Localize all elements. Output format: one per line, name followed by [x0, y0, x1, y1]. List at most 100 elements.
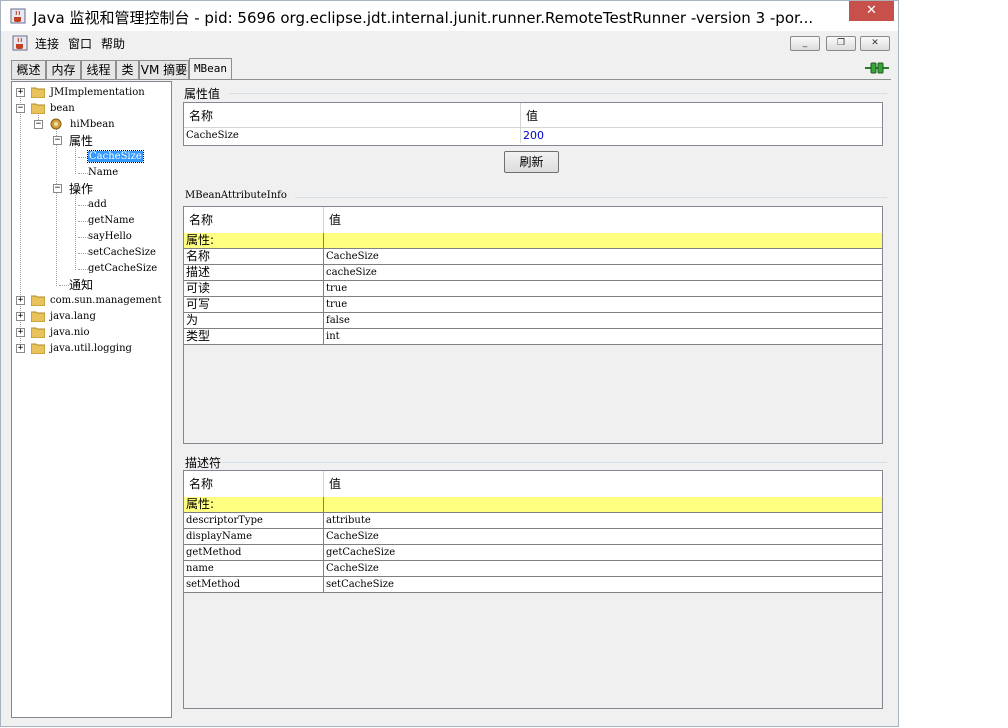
- cell-name: 可写: [184, 297, 324, 312]
- table-row[interactable]: descriptorType attribute: [184, 513, 882, 529]
- tree-guide-line: [78, 237, 88, 238]
- column-header-name[interactable]: 名称: [184, 103, 521, 127]
- refresh-button[interactable]: 刷新: [504, 151, 559, 173]
- table-row[interactable]: CacheSize 200: [184, 128, 882, 144]
- table-header: 名称 值: [184, 207, 882, 234]
- java-coffee-icon: [10, 8, 26, 24]
- main-window: Java 监视和管理控制台 - pid: 5696 org.eclipse.jd…: [0, 0, 899, 727]
- tree-node-getname[interactable]: getName: [88, 213, 134, 229]
- tree-node-com-sun-management[interactable]: com.sun.management: [50, 293, 162, 309]
- column-header-value[interactable]: 值: [521, 103, 882, 127]
- tree-node-operations[interactable]: 操作: [69, 182, 93, 196]
- cell-name: 可读: [184, 281, 324, 296]
- tree-node-setcachesize[interactable]: setCacheSize: [88, 245, 156, 261]
- cell-value: true: [326, 283, 348, 294]
- table-row[interactable]: 可写 true: [184, 297, 882, 313]
- table-row[interactable]: 描述 cacheSize: [184, 265, 882, 281]
- tree-node-java-util-logging[interactable]: java.util.logging: [50, 341, 132, 357]
- cell-name: CacheSize: [184, 128, 521, 143]
- table-row[interactable]: setMethod setCacheSize: [184, 577, 882, 593]
- cachesize-value[interactable]: 200: [523, 129, 544, 142]
- collapse-icon[interactable]: −: [34, 120, 43, 129]
- table-row[interactable]: displayName CacheSize: [184, 529, 882, 545]
- tree-node-add[interactable]: add: [88, 197, 107, 213]
- internal-close-button[interactable]: ✕: [860, 36, 890, 51]
- cell-name: 属性:: [184, 497, 324, 512]
- menu-bar: 连接 窗口 帮助 _ ❐ ✕: [2, 31, 897, 55]
- column-header-value[interactable]: 值: [324, 471, 882, 497]
- mbean-tree[interactable]: + JMImplementation − bean − hiMbean − 属性…: [11, 81, 172, 718]
- menu-help[interactable]: 帮助: [101, 35, 125, 52]
- collapse-icon[interactable]: −: [16, 104, 25, 113]
- cell-name: displayName: [184, 529, 324, 544]
- tree-node-getcachesize[interactable]: getCacheSize: [88, 261, 157, 277]
- tab-mbean[interactable]: MBean: [189, 58, 232, 80]
- cell-name: getMethod: [184, 545, 324, 560]
- cell-name: 类型: [184, 329, 324, 344]
- tree-node-himbean[interactable]: hiMbean: [70, 117, 115, 133]
- tree-node-attributes[interactable]: 属性: [69, 134, 93, 148]
- section-border: [229, 93, 887, 94]
- tree-node-sayhello[interactable]: sayHello: [88, 229, 132, 245]
- table-row[interactable]: 属性:: [184, 497, 882, 513]
- table-row[interactable]: getMethod getCacheSize: [184, 545, 882, 561]
- cell-value: setCacheSize: [326, 579, 394, 590]
- menu-window[interactable]: 窗口: [68, 35, 92, 52]
- cell-name: 描述: [184, 265, 324, 280]
- cell-value: CacheSize: [326, 563, 379, 574]
- tree-node-cachesize[interactable]: CacheSize: [87, 150, 144, 163]
- tree-node-bean[interactable]: bean: [50, 101, 75, 117]
- cell-value: false: [326, 315, 350, 326]
- table-row[interactable]: 名称 CacheSize: [184, 249, 882, 265]
- descriptor-title: 描述符: [185, 456, 222, 470]
- restore-button[interactable]: ❐: [826, 36, 856, 51]
- expand-icon[interactable]: +: [16, 328, 25, 337]
- cell-name: 名称: [184, 249, 324, 264]
- section-border: [223, 462, 887, 463]
- cell-value: true: [326, 299, 348, 310]
- cell-value: [324, 233, 882, 248]
- tab-vm-summary[interactable]: VM 摘要: [139, 60, 189, 79]
- folder-icon: [31, 327, 45, 338]
- expand-icon[interactable]: +: [16, 88, 25, 97]
- column-header-name[interactable]: 名称: [184, 471, 324, 497]
- tree-node-java-lang[interactable]: java.lang: [50, 309, 96, 325]
- tree-guide-line: [78, 253, 88, 254]
- attr-info-table[interactable]: 名称 值 属性: 名称 CacheSize 描述 cacheSize 可读 tr…: [183, 206, 883, 444]
- minimize-button[interactable]: _: [790, 36, 820, 51]
- expand-icon[interactable]: +: [16, 296, 25, 305]
- tree-guide-line: [78, 205, 88, 206]
- table-row[interactable]: 类型 int: [184, 329, 882, 345]
- tab-threads[interactable]: 线程: [81, 60, 116, 79]
- title-bar: Java 监视和管理控制台 - pid: 5696 org.eclipse.jd…: [1, 1, 898, 31]
- tree-node-name[interactable]: Name: [88, 165, 118, 181]
- collapse-icon[interactable]: −: [53, 136, 62, 145]
- collapse-icon[interactable]: −: [53, 184, 62, 193]
- tree-node-jmimplementation[interactable]: JMImplementation: [50, 85, 145, 101]
- tree-guide-line: [59, 285, 69, 286]
- attr-values-table[interactable]: 名称 值 CacheSize 200: [183, 102, 883, 146]
- column-header-name[interactable]: 名称: [184, 207, 324, 233]
- tree-guide-line: [75, 192, 76, 270]
- folder-open-icon: [31, 103, 45, 114]
- table-row[interactable]: 为 false: [184, 313, 882, 329]
- menu-connect[interactable]: 连接: [35, 35, 59, 52]
- attr-info-title: MBeanAttributeInfo: [185, 190, 287, 201]
- tree-node-java-nio[interactable]: java.nio: [50, 325, 90, 341]
- expand-icon[interactable]: +: [16, 344, 25, 353]
- window-close-button[interactable]: ✕: [849, 1, 894, 21]
- tab-divider: [11, 79, 891, 80]
- table-header: 名称 值: [184, 103, 882, 128]
- table-row[interactable]: name CacheSize: [184, 561, 882, 577]
- tab-overview[interactable]: 概述: [11, 60, 46, 79]
- expand-icon[interactable]: +: [16, 312, 25, 321]
- tab-classes[interactable]: 类: [116, 60, 139, 79]
- cell-value: int: [326, 331, 340, 342]
- folder-icon: [31, 311, 45, 322]
- descriptor-table[interactable]: 名称 值 属性: descriptorType attribute displa…: [183, 470, 883, 709]
- table-row[interactable]: 可读 true: [184, 281, 882, 297]
- table-row[interactable]: 属性:: [184, 233, 882, 249]
- tree-node-notifications[interactable]: 通知: [69, 278, 93, 292]
- column-header-value[interactable]: 值: [324, 207, 882, 233]
- tab-memory[interactable]: 内存: [46, 60, 81, 79]
